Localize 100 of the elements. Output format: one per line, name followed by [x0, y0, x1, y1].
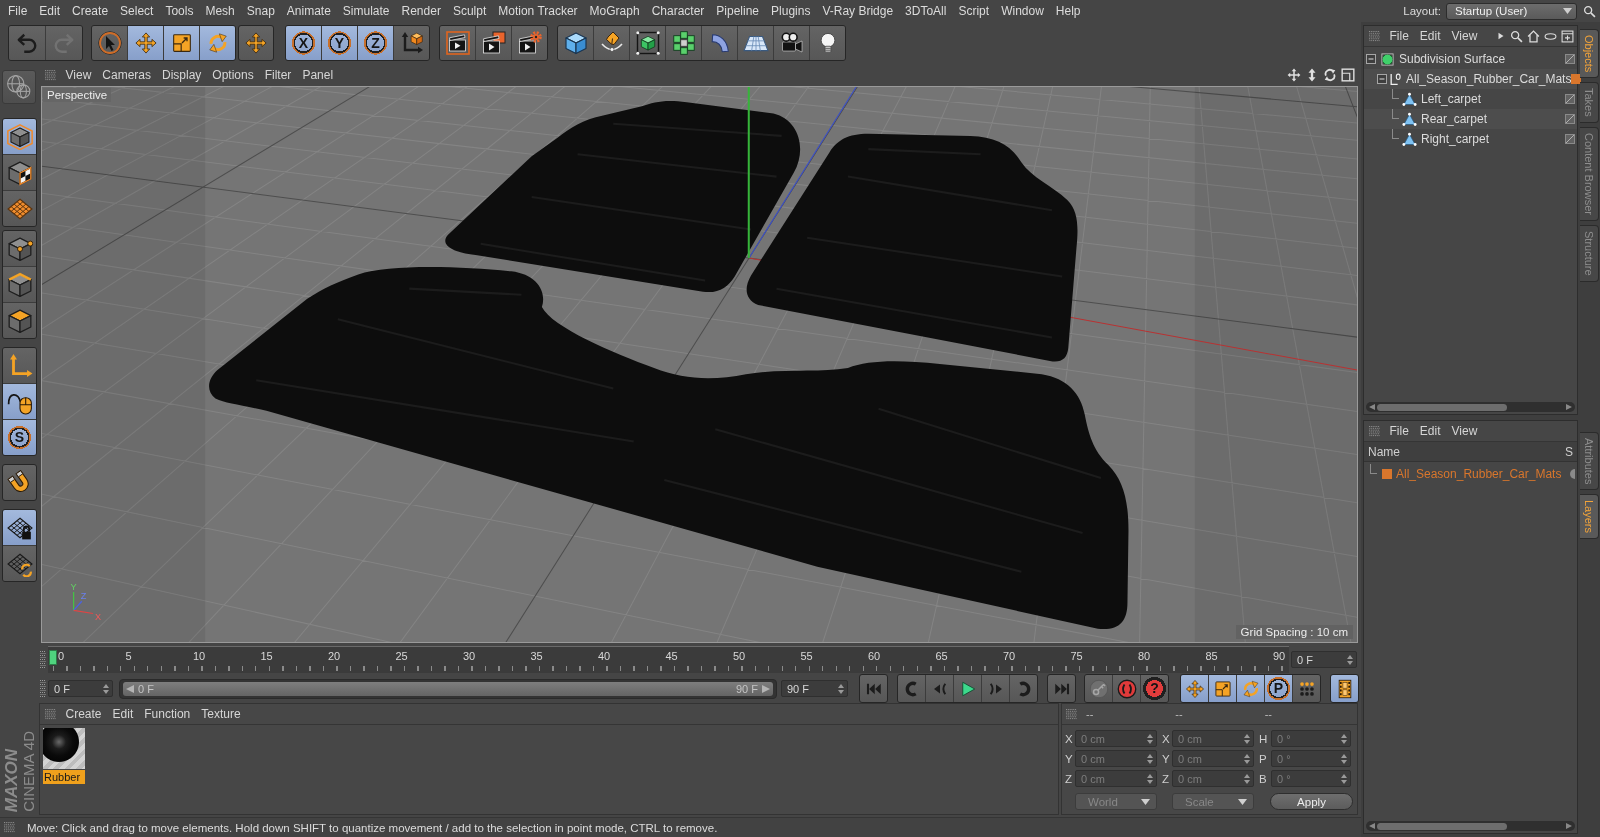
z-axis-button[interactable]: Z [358, 26, 393, 60]
end-frame-field[interactable]: 90 F [781, 680, 848, 697]
menu-item[interactable]: Create [66, 1, 115, 21]
object-row[interactable]: Rear_carpet [1364, 109, 1577, 129]
collapse-icon[interactable] [1377, 74, 1387, 84]
viewport-menu-item[interactable]: Panel [296, 68, 339, 82]
side-tab[interactable]: Layers [1580, 494, 1599, 540]
texture-mode-button[interactable] [3, 155, 36, 190]
workplane-mode-button[interactable] [3, 191, 36, 226]
menu-item[interactable]: Tools [159, 1, 200, 21]
viewport-canvas[interactable]: Perspective Y Z X Grid Spacing : 10 cm [41, 86, 1358, 643]
menu-item[interactable]: Sculpt [446, 1, 493, 21]
object-menu-item[interactable]: View [1446, 29, 1483, 43]
light-button[interactable] [810, 26, 845, 60]
last-frame-button[interactable] [1047, 674, 1076, 703]
current-frame-field[interactable]: 0 F [1291, 651, 1357, 668]
axis-mode-button[interactable] [3, 348, 36, 383]
scrollbar-thumb[interactable] [1377, 822, 1507, 830]
layer-menu-item[interactable]: Edit [1414, 424, 1447, 438]
material-menu-item[interactable]: Texture [195, 707, 247, 721]
menu-item[interactable]: File [2, 1, 34, 21]
new-window-icon[interactable] [1561, 29, 1574, 43]
menu-item[interactable]: Pipeline [710, 1, 766, 21]
viewport-menu-item[interactable]: View [60, 68, 97, 82]
coordinate-system-button[interactable] [394, 26, 429, 60]
menu-item[interactable]: Simulate [336, 1, 396, 21]
camera-button[interactable] [774, 26, 809, 60]
material-menu-item[interactable]: Edit [107, 707, 139, 721]
autokey-button[interactable] [1085, 675, 1112, 702]
scale-key-button[interactable] [1209, 675, 1236, 702]
cube-button[interactable] [558, 26, 593, 60]
tweak-mode-button[interactable] [3, 384, 36, 419]
planar-workplane-button[interactable] [3, 546, 36, 581]
solo-button[interactable]: S [3, 420, 36, 455]
search-icon[interactable] [1510, 29, 1523, 43]
triangle-right-icon[interactable] [1496, 31, 1506, 41]
scale-tool-button[interactable] [164, 26, 199, 60]
edges-mode-button[interactable] [3, 267, 36, 302]
layer-menu-item[interactable]: File [1384, 424, 1415, 438]
menu-item[interactable]: Window [995, 1, 1050, 21]
viewport-menu-item[interactable]: Filter [259, 68, 297, 82]
make-editable-button[interactable] [2, 70, 36, 104]
material-menu-item[interactable]: Function [138, 707, 196, 721]
search-icon[interactable] [1583, 4, 1596, 18]
menu-item[interactable]: Animate [280, 1, 337, 21]
maximize-icon[interactable] [1341, 68, 1355, 82]
recent-tool-button[interactable] [238, 25, 274, 61]
home-icon[interactable] [1527, 29, 1540, 43]
layer-menu-item[interactable]: View [1446, 424, 1483, 438]
points-mode-button[interactable] [3, 231, 36, 266]
previous-frame-button[interactable] [926, 675, 953, 702]
viewport-menu-item[interactable]: Options [206, 68, 260, 82]
menu-item[interactable]: Render [395, 1, 447, 21]
undo-button[interactable] [9, 26, 45, 60]
play-button[interactable] [954, 675, 981, 702]
model-mode-button[interactable] [3, 119, 36, 154]
viewport-menu-item[interactable]: Cameras [96, 68, 157, 82]
rotate-arrows-icon[interactable] [1323, 68, 1337, 82]
material-preview[interactable] [43, 728, 85, 769]
menu-item[interactable]: Plugins [765, 1, 817, 21]
column-header[interactable]: Name [1368, 444, 1400, 459]
render-view-button[interactable] [440, 26, 475, 60]
move-tool-button[interactable] [128, 26, 163, 60]
menu-item[interactable]: V-Ray Bridge [816, 1, 900, 21]
render-to-picture-viewer-button[interactable] [476, 26, 511, 60]
render-settings-button[interactable] [512, 26, 547, 60]
left-car-mat[interactable] [445, 101, 801, 293]
playhead-marker[interactable] [49, 650, 57, 665]
menu-item[interactable]: Snap [240, 1, 281, 21]
menu-item[interactable]: Motion Tracker [492, 1, 584, 21]
record-button[interactable] [1113, 675, 1140, 702]
position-key-button[interactable] [1181, 675, 1208, 702]
object-menu-item[interactable]: Edit [1414, 29, 1447, 43]
menu-item[interactable]: Mesh [199, 1, 241, 21]
timeline-ruler[interactable]: 0 5 10 15 20 25 30 35 40 45 50 55 60 65 70 75 80 85 90 [48, 646, 1289, 673]
floor-button[interactable] [738, 26, 773, 60]
menu-item[interactable]: Character [645, 1, 711, 21]
keyframe-help-button[interactable]: ? [1141, 675, 1168, 702]
object-menu-item[interactable]: File [1384, 29, 1415, 43]
column-header[interactable]: S [1565, 444, 1573, 459]
material-menu-item[interactable]: Create [60, 707, 108, 721]
previous-key-button[interactable] [898, 675, 925, 702]
timeline-button[interactable] [1330, 674, 1359, 703]
start-frame-field[interactable]: 0 F [48, 680, 113, 697]
scrollbar-thumb[interactable] [1377, 403, 1507, 411]
menu-item[interactable]: Help [1049, 1, 1087, 21]
select-tool-button[interactable] [92, 26, 127, 60]
rear-car-mat[interactable] [209, 267, 1129, 630]
side-tab[interactable]: Objects [1580, 29, 1599, 79]
layout-dropdown[interactable]: Startup (User) [1446, 2, 1577, 20]
snap-button[interactable] [2, 464, 37, 501]
viewport-menu-item[interactable]: Display [156, 68, 207, 82]
horizontal-scrollbar[interactable] [1366, 821, 1575, 831]
lock-workplane-button[interactable] [3, 510, 36, 545]
menu-item[interactable]: Edit [33, 1, 67, 21]
point-level-key-button[interactable] [1293, 675, 1320, 702]
horizontal-scrollbar[interactable] [1366, 402, 1575, 412]
subdivision-surface-button[interactable] [630, 26, 665, 60]
menu-item[interactable]: 3DToAll [899, 1, 953, 21]
next-key-button[interactable] [1010, 675, 1037, 702]
